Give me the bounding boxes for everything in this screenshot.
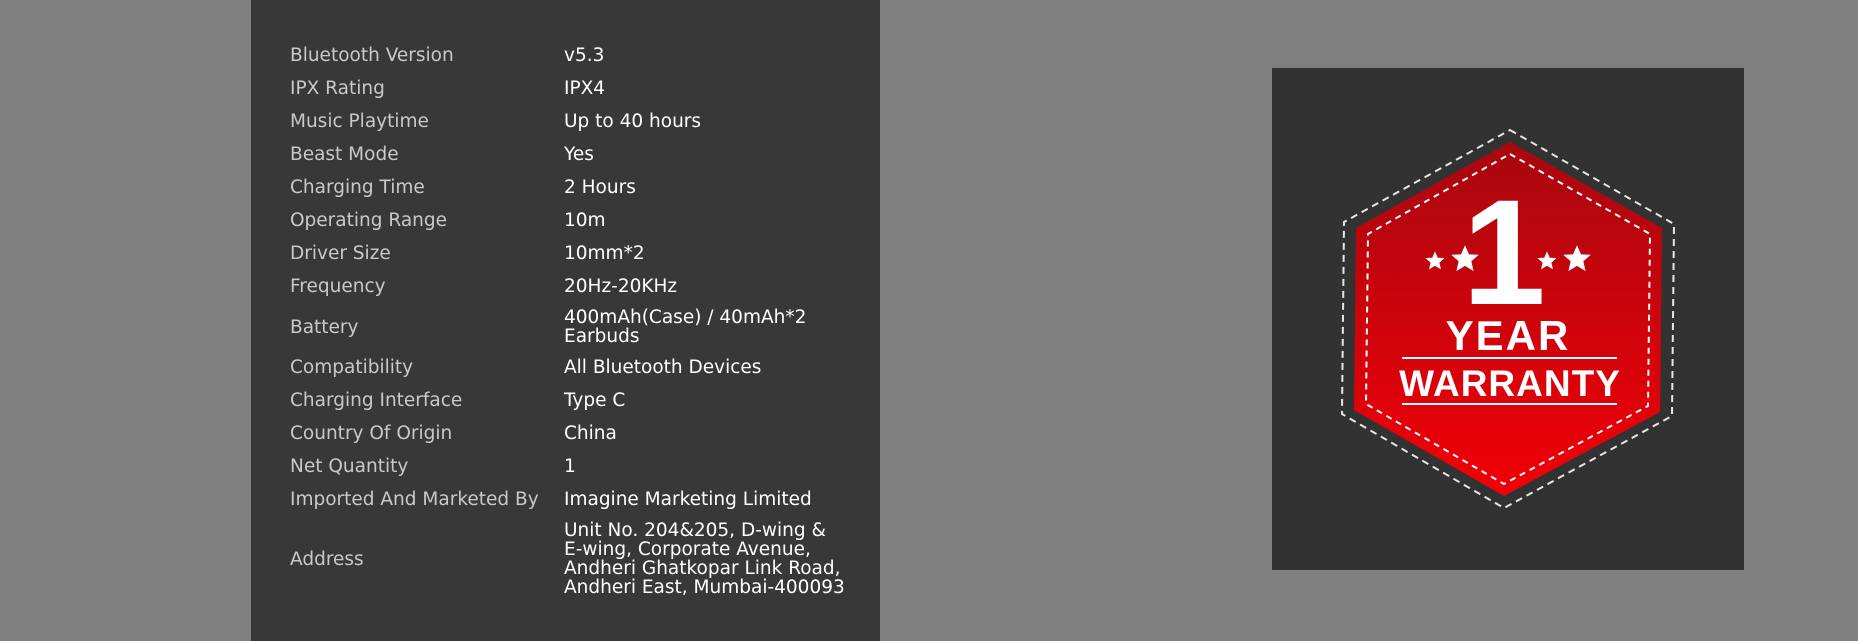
spec-value: 10m xyxy=(564,210,606,231)
spec-value: Up to 40 hours xyxy=(564,111,702,132)
spec-label: Address xyxy=(290,548,364,570)
specifications-panel: Bluetooth Version v5.3 IPX Rating IPX4 M… xyxy=(251,0,880,641)
spec-value: Type C xyxy=(564,390,626,411)
spec-label: Operating Range xyxy=(290,210,448,231)
spec-row-charging-time: Charging Time 2 Hours xyxy=(290,171,854,204)
spec-row-ipx-rating: IPX Rating IPX4 xyxy=(290,72,854,105)
spec-label: Country Of Origin xyxy=(290,423,453,444)
spec-value-line: 400mAh(Case) / 40mAh*2 xyxy=(564,307,807,328)
spec-label: Battery xyxy=(290,316,359,338)
warranty-badge: 1 YEAR WARRANTY xyxy=(1340,128,1676,510)
spec-label: Compatibility xyxy=(290,357,414,378)
specifications-table: Bluetooth Version v5.3 IPX Rating IPX4 M… xyxy=(290,39,854,602)
warranty-number: 1 xyxy=(1462,168,1545,336)
spec-value: 400mAh(Case) / 40mAh*2 Earbuds xyxy=(564,303,854,351)
spec-label: Net Quantity xyxy=(290,456,409,477)
spec-label: Driver Size xyxy=(290,243,391,264)
spec-value: Unit No. 204&205, D-wing & E-wing, Corpo… xyxy=(564,516,854,602)
warranty-label-text: WARRANTY xyxy=(1399,363,1621,404)
spec-label: Charging Interface xyxy=(290,390,463,411)
spec-value: All Bluetooth Devices xyxy=(564,357,762,378)
spec-value: Yes xyxy=(564,144,594,165)
spec-label: IPX Rating xyxy=(290,78,385,99)
spec-value: 10mm*2 xyxy=(564,243,645,264)
spec-row-imported-and-marketed-by: Imported And Marketed By Imagine Marketi… xyxy=(290,483,854,516)
spec-row-operating-range: Operating Range 10m xyxy=(290,204,854,237)
spec-label: Music Playtime xyxy=(290,111,429,132)
spec-value: IPX4 xyxy=(564,78,606,99)
spec-value-line: Andheri Ghatkopar Link Road, xyxy=(564,558,841,579)
spec-value: 20Hz-20KHz xyxy=(564,276,678,297)
spec-value: 1 xyxy=(564,456,576,477)
spec-value-line: Unit No. 204&205, D-wing & xyxy=(564,520,826,541)
spec-label: Charging Time xyxy=(290,177,425,198)
spec-label: Beast Mode xyxy=(290,144,399,165)
spec-row-charging-interface: Charging Interface Type C xyxy=(290,384,854,417)
spec-row-beast-mode: Beast Mode Yes xyxy=(290,138,854,171)
spec-value: v5.3 xyxy=(564,45,605,66)
spec-row-net-quantity: Net Quantity 1 xyxy=(290,450,854,483)
spec-label: Imported And Marketed By xyxy=(290,489,539,510)
spec-row-country-of-origin: Country Of Origin China xyxy=(290,417,854,450)
spec-value: China xyxy=(564,423,617,444)
spec-row-address: Address Unit No. 204&205, D-wing & E-win… xyxy=(290,516,854,602)
warranty-year-text: YEAR xyxy=(1446,312,1571,359)
spec-row-frequency: Frequency 20Hz-20KHz xyxy=(290,270,854,303)
spec-row-driver-size: Driver Size 10mm*2 xyxy=(290,237,854,270)
spec-label: Bluetooth Version xyxy=(290,45,454,66)
spec-row-bluetooth-version: Bluetooth Version v5.3 xyxy=(290,39,854,72)
spec-value-line: Andheri East, Mumbai-400093 xyxy=(564,577,845,598)
spec-value: Imagine Marketing Limited xyxy=(564,489,812,510)
spec-value-line: Earbuds xyxy=(564,326,640,347)
spec-row-compatibility: Compatibility All Bluetooth Devices xyxy=(290,351,854,384)
spec-row-music-playtime: Music Playtime Up to 40 hours xyxy=(290,105,854,138)
spec-value-line: E-wing, Corporate Avenue, xyxy=(564,539,811,560)
spec-value: 2 Hours xyxy=(564,177,636,198)
spec-row-battery: Battery 400mAh(Case) / 40mAh*2 Earbuds xyxy=(290,303,854,351)
warranty-card: 1 YEAR WARRANTY xyxy=(1272,68,1744,570)
spec-label: Frequency xyxy=(290,276,386,297)
